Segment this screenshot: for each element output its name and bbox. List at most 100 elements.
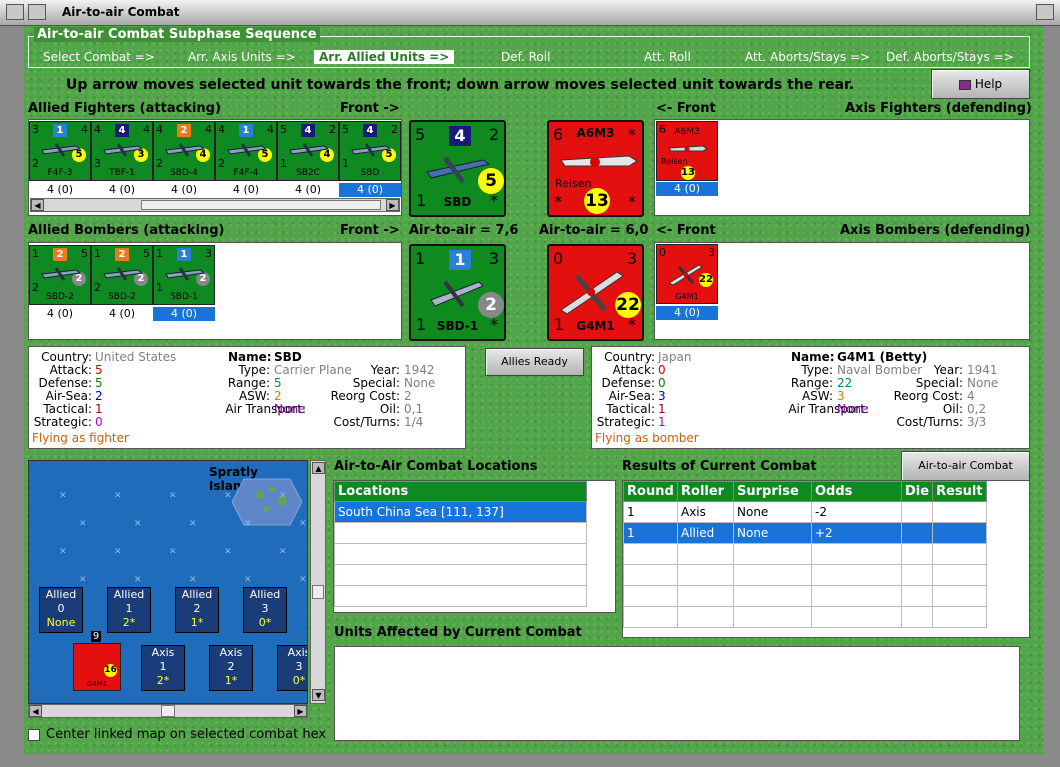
unit-counter[interactable]: 4 1 4 5 2 F4F-4 [215, 121, 277, 181]
attack-value: 0 [658, 363, 666, 377]
axis-fighters-title: Axis Fighters (defending) [845, 101, 1032, 116]
year-value: 1941 [967, 363, 998, 377]
zero-fighter-icon [560, 155, 638, 167]
scroll-left-arrow[interactable]: ◀ [31, 199, 44, 211]
big-defense: 2 [488, 125, 499, 144]
results-col-header: Round [623, 481, 678, 502]
year-value: 1942 [404, 363, 435, 377]
axis-box[interactable]: Axis 3 0* [277, 645, 307, 691]
box-number: 0 [57, 602, 65, 615]
scroll-down-arrow[interactable]: ▼ [312, 689, 325, 701]
scroll-thumb[interactable] [312, 585, 324, 599]
name-label: Name: [228, 350, 272, 364]
step-att-roll: Att. Roll [644, 50, 691, 64]
axis-box[interactable]: Axis 1 2* [141, 645, 185, 691]
counter-class: 4 [115, 124, 129, 137]
counter-unit-name: TBF-1 [109, 168, 135, 178]
range-value: 5 [274, 376, 282, 390]
results-cell [811, 543, 902, 565]
mini-map[interactable]: Spratly Islands Allied 0 None Allied 1 2… [28, 460, 308, 704]
counter-defense: 4 [205, 123, 212, 136]
asw-value: 3 [837, 389, 845, 403]
minimize-button[interactable] [28, 4, 46, 20]
results-cell: 1 [623, 501, 678, 523]
box-value: None [46, 616, 76, 629]
asw-label: ASW: [238, 389, 270, 403]
scroll-left-arrow[interactable]: ◀ [29, 705, 42, 717]
defense-label: Defense: [601, 376, 655, 390]
combat-chart-button[interactable]: Air-to-air Combat Chart [901, 451, 1030, 500]
unit-strength: 4 (0) [339, 183, 401, 197]
airtrans-value: None [837, 402, 869, 416]
box-number: 3 [261, 602, 269, 615]
unit-strength: 4 (0) [91, 183, 153, 197]
results-row[interactable]: 1 Axis None -2 [623, 501, 988, 523]
airsea-value: 2 [95, 389, 103, 403]
reorg-label: Reorg Cost: [330, 389, 400, 403]
results-col-header: Die [900, 481, 934, 502]
oil-label: Oil: [379, 402, 400, 416]
allied-bombers-front: Front -> [340, 223, 400, 238]
unit-counter[interactable]: 4 4 4 3 3 TBF-1 [91, 121, 153, 181]
scroll-thumb[interactable] [141, 200, 381, 210]
scroll-thumb[interactable] [161, 705, 175, 717]
defense-label: Defense: [38, 376, 92, 390]
center-map-checkbox[interactable] [28, 728, 40, 741]
flying-role: Flying as fighter [32, 431, 129, 445]
results-cell [677, 585, 734, 607]
axis-fighter-counter[interactable]: 6 A6M3 Reisen 13 [656, 121, 718, 181]
allied-box[interactable]: Allied 3 0* [243, 587, 287, 633]
center-map-option[interactable]: Center linked map on selected combat hex [28, 727, 326, 742]
unit-counter[interactable]: 5 4 2 5 1 SBD [339, 121, 401, 181]
cost-value: 1/4 [404, 415, 424, 429]
unit-counter[interactable]: 5 4 2 4 1 SB2C [277, 121, 339, 181]
reorg-value: 4 [967, 389, 975, 403]
plane-icon [165, 267, 206, 281]
allied-box[interactable]: Allied 1 2* [107, 587, 151, 633]
close-button[interactable] [1036, 4, 1054, 20]
cost-label: Cost/Turns: [333, 415, 400, 429]
step-def-roll: Def. Roll [501, 50, 551, 64]
counter-unit-name: SBD [360, 168, 380, 178]
counter-defense: 3 [708, 246, 715, 259]
allies-ready-button[interactable]: Allies Ready [485, 348, 584, 376]
unit-counter[interactable]: 1 1 3 2 1 SBD-1 [153, 245, 215, 305]
unit-counter[interactable]: 1 2 5 2 2 SBD-2 [29, 245, 91, 305]
map-stack-counter[interactable]: 16 G4M1 [73, 643, 121, 691]
big-name: SBD [443, 195, 472, 209]
unit-counter[interactable]: 1 2 5 2 2 SBD-2 [91, 245, 153, 305]
location-row[interactable]: South China Sea [111, 137] [334, 501, 587, 523]
allied-box[interactable]: Allied 0 None [39, 587, 83, 633]
map-vertical-scrollbar[interactable]: ▲ ▼ [310, 460, 326, 704]
box-number: 3 [295, 660, 303, 673]
map-horizontal-scrollbar[interactable]: ◀ ▶ [28, 704, 308, 718]
system-menu-button[interactable] [6, 4, 24, 20]
box-side: Allied [45, 588, 77, 601]
counter-class: 2 [177, 124, 191, 137]
scroll-right-arrow[interactable]: ▶ [294, 705, 307, 717]
results-cell: Axis [677, 501, 734, 523]
allied-fighters-scrollbar[interactable]: ◀ ▶ [30, 198, 400, 212]
allied-box[interactable]: Allied 2 1* [175, 587, 219, 633]
axis-box[interactable]: Axis 2 1* [209, 645, 253, 691]
help-button[interactable]: Help [931, 69, 1030, 99]
name-value: SBD [274, 350, 302, 364]
counter-attack: 1 [94, 247, 101, 260]
results-row[interactable]: 1 Allied None +2 [623, 522, 988, 544]
results-cell [623, 564, 678, 586]
axis-bomber-counter[interactable]: 0 3 22 G4M1 [656, 244, 718, 304]
unit-counter[interactable]: 4 2 4 4 2 SBD-4 [153, 121, 215, 181]
attack-value: 5 [95, 363, 103, 377]
unit-counter[interactable]: 3 1 4 5 2 F4F-3 [29, 121, 91, 181]
counter-class: 4 [363, 124, 377, 137]
results-cell: +2 [811, 522, 902, 544]
big-name: G4M1 [576, 319, 615, 333]
counter-class: 2 [53, 248, 67, 261]
scroll-up-arrow[interactable]: ▲ [312, 462, 325, 474]
results-cell [677, 564, 734, 586]
wave-mark: ✕ [79, 575, 87, 585]
strategic-value: 0 [95, 415, 103, 429]
counter-unit-name: G4M1 [675, 292, 699, 301]
scroll-right-arrow[interactable]: ▶ [386, 199, 399, 211]
counter-attack: 1 [156, 247, 163, 260]
